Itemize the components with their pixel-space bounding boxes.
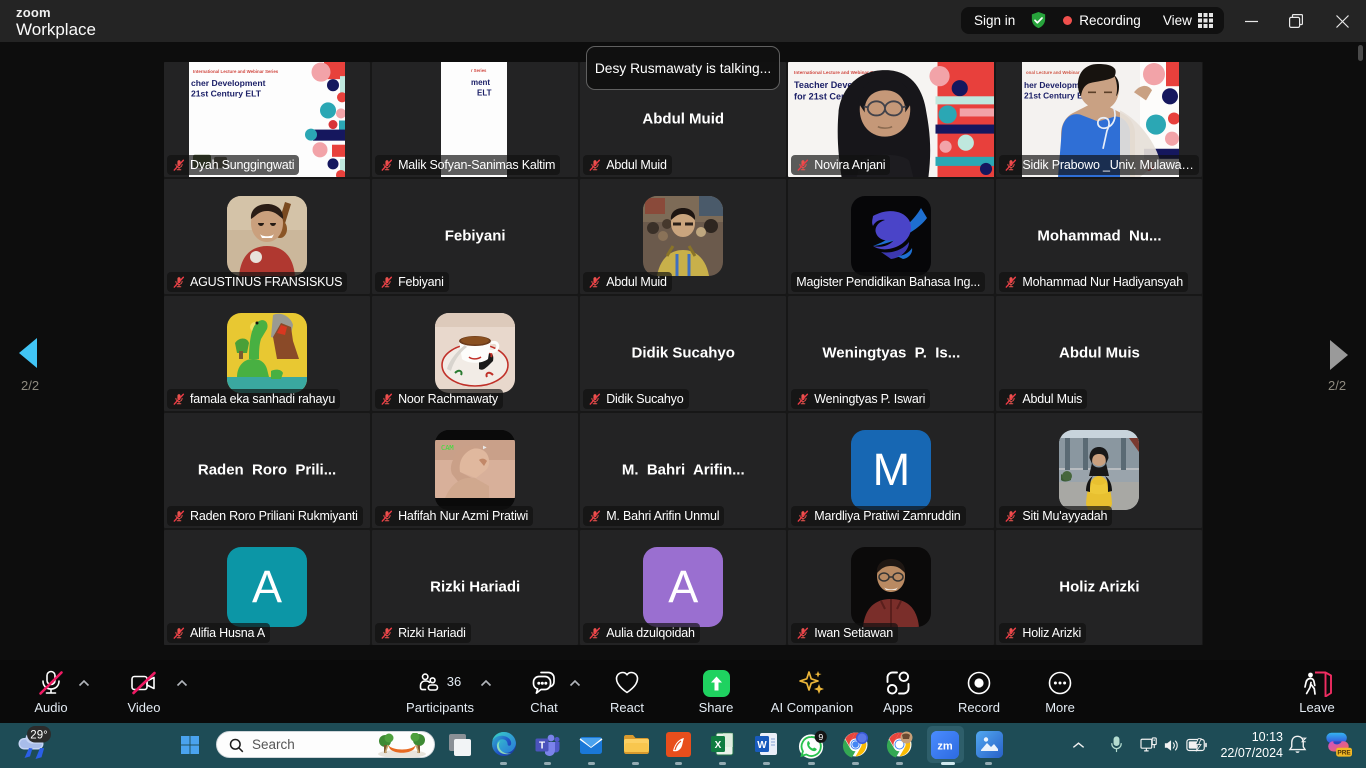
svg-text:cher Development: cher Development bbox=[191, 78, 266, 88]
svg-text:r Series: r Series bbox=[471, 68, 487, 73]
svg-text:21st Century ELT: 21st Century ELT bbox=[191, 88, 262, 98]
svg-text:ELT: ELT bbox=[477, 88, 492, 97]
svg-text:International Lecture and Webi: International Lecture and Webinar Series bbox=[193, 69, 279, 74]
svg-text:ment: ment bbox=[471, 78, 490, 87]
svg-text:▶: ▶ bbox=[483, 444, 487, 451]
svg-text:21st Century EL: 21st Century EL bbox=[1024, 90, 1088, 100]
svg-text:her Developme: her Developme bbox=[1024, 80, 1084, 90]
svg-text:onal Lecture and Webinar: onal Lecture and Webinar bbox=[1026, 70, 1080, 75]
svg-text:CAM: CAM bbox=[441, 444, 454, 452]
